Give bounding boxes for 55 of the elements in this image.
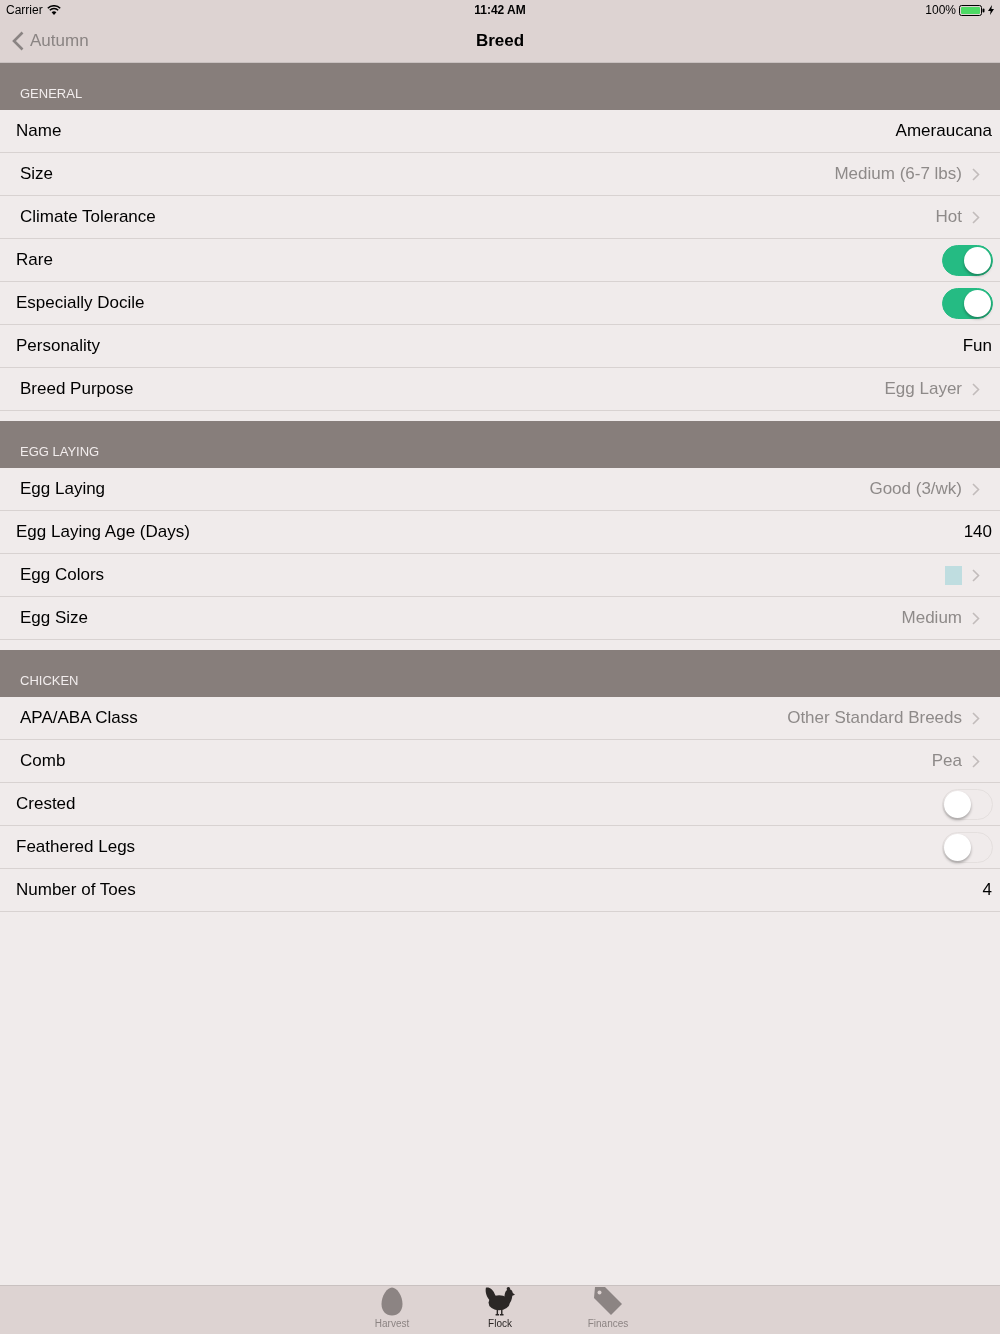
page-title: Breed	[475, 30, 525, 53]
row-label: Crested	[16, 793, 76, 816]
back-button[interactable]: Autumn	[12, 28, 89, 54]
row-label: APA/ABA Class	[20, 707, 138, 730]
wifi-icon	[46, 5, 61, 15]
row-label: Name	[16, 120, 62, 143]
color-swatch-icon[interactable]	[945, 565, 962, 585]
chevron-right-icon	[972, 382, 980, 396]
hen-icon	[483, 1286, 517, 1316]
toggle-switch[interactable]	[942, 244, 993, 276]
row-value[interactable]: Medium (6-7 lbs)	[834, 161, 962, 187]
row-label: Egg Size	[20, 607, 89, 630]
row-value[interactable]: Egg Layer	[884, 376, 962, 402]
tab-bar-item[interactable]: Flock	[467, 1286, 533, 1334]
row-value: Fun	[962, 335, 992, 358]
row-label: Feathered Legs	[16, 836, 136, 859]
row-label: Size	[20, 163, 54, 186]
row-value: 4	[982, 879, 992, 902]
battery-icon	[959, 4, 985, 16]
row-value[interactable]: Good (3/wk)	[869, 476, 962, 502]
chevron-right-icon	[972, 611, 980, 625]
row-label: Comb	[20, 750, 66, 773]
tab-bar-item[interactable]: Finances	[575, 1286, 641, 1334]
row-value[interactable]: Medium	[901, 605, 962, 631]
row-label: Egg Colors	[20, 564, 105, 587]
charging-bolt-icon	[988, 5, 994, 15]
egg-icon	[381, 1287, 403, 1316]
row-label: Especially Docile	[16, 292, 145, 315]
chevron-right-icon	[972, 482, 980, 496]
row-label: Climate Tolerance	[20, 206, 156, 229]
row-label: Rare	[16, 249, 53, 272]
chevron-right-icon	[972, 711, 980, 725]
row-value: 140	[963, 521, 992, 544]
row-value: Ameraucana	[895, 120, 992, 143]
row-label: Personality	[16, 335, 101, 358]
row-value[interactable]: Other Standard Breeds	[787, 705, 962, 731]
row-value[interactable]: Hot	[935, 204, 962, 230]
section-header: CHICKEN	[0, 650, 1000, 697]
toggle-switch[interactable]	[942, 287, 993, 319]
row-label: Number of Toes	[16, 879, 136, 902]
row-label: Egg Laying	[20, 478, 106, 501]
row-value[interactable]: Pea	[931, 748, 962, 774]
carrier-label: Carrier	[6, 2, 43, 19]
chevron-right-icon	[972, 754, 980, 768]
chevron-right-icon	[972, 568, 980, 582]
chevron-right-icon	[972, 210, 980, 224]
row-label: Egg Laying Age (Days)	[16, 521, 190, 544]
row-label: Breed Purpose	[20, 378, 134, 401]
tab-bar-item[interactable]: Harvest	[359, 1286, 425, 1334]
status-time: 11:42 AM	[474, 2, 526, 19]
battery-percentage: 100%	[925, 2, 956, 19]
back-chevron-icon	[12, 30, 24, 51]
chevron-right-icon	[972, 167, 980, 181]
section-header: EGG LAYING	[0, 421, 1000, 468]
section-header: GENERAL	[0, 63, 1000, 110]
